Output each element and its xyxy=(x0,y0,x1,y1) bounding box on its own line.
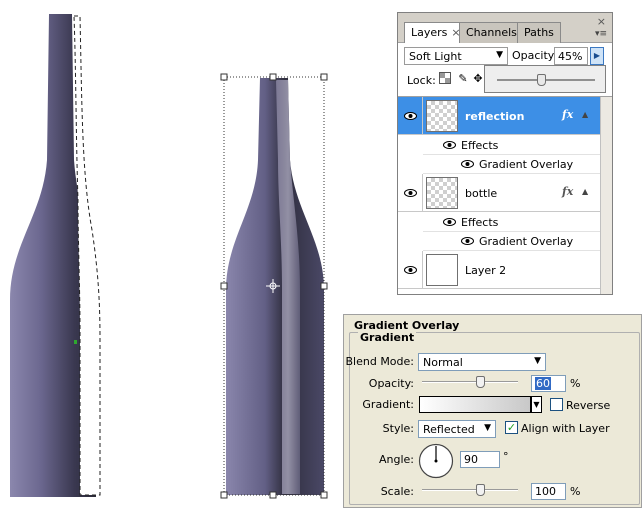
visibility-toggle[interactable] xyxy=(398,251,423,288)
scale-unit: % xyxy=(570,485,581,498)
tab-paths[interactable]: Paths xyxy=(517,22,561,43)
collapse-effects-icon[interactable]: ▲ xyxy=(582,110,588,119)
tab-paths-label: Paths xyxy=(524,26,554,39)
fx-icon[interactable]: fx xyxy=(562,185,573,198)
opacity-label: Opacity: xyxy=(512,49,558,62)
layer-row-layer-2[interactable]: Layer 2 xyxy=(398,251,612,289)
tab-channels-label: Channels xyxy=(466,26,517,39)
layer-name: reflection xyxy=(465,110,525,123)
overlay-opacity-unit: % xyxy=(570,377,581,390)
effect-label: Gradient Overlay xyxy=(479,158,574,171)
eye-icon[interactable] xyxy=(443,218,456,226)
eye-icon xyxy=(404,189,417,197)
layer-name: bottle xyxy=(465,187,498,200)
panel-close-icon[interactable]: × xyxy=(597,15,606,28)
chevron-down-icon: ▼ xyxy=(534,356,541,366)
bottle-left xyxy=(10,14,101,497)
visibility-toggle[interactable] xyxy=(398,174,423,211)
effects-label: Effects xyxy=(461,139,499,152)
layers-list: reflection fx ▲ Effects Gradient Overlay… xyxy=(398,97,612,294)
chevron-down-icon: ▼ xyxy=(496,50,503,60)
style-select[interactable]: Reflected ▼ xyxy=(418,420,496,438)
checkmark-icon: ✓ xyxy=(506,421,517,434)
layer-thumbnail xyxy=(426,100,458,132)
layer-row-reflection[interactable]: reflection fx ▲ xyxy=(398,97,612,135)
lock-move-icon[interactable]: ✥ xyxy=(471,72,485,86)
eye-icon[interactable] xyxy=(443,141,456,149)
layers-toolbar: Soft Light ▼ Opacity: 45% ▶ Lock: ✎ ✥ xyxy=(398,43,612,97)
opacity-slider-popup xyxy=(484,65,606,93)
blend-mode-select[interactable]: Soft Light ▼ xyxy=(404,47,508,65)
opacity-slider-thumb[interactable] xyxy=(537,74,547,86)
scale-input[interactable]: 100 xyxy=(531,483,566,500)
overlay-opacity-slider[interactable] xyxy=(422,381,518,383)
tab-layers-label: Layers xyxy=(411,26,448,39)
tab-channels[interactable]: Channels xyxy=(459,22,524,43)
overlay-opacity-value: 60 xyxy=(535,377,551,390)
gradient-picker-chevron-icon[interactable]: ▼ xyxy=(531,396,542,413)
panel-menu-icon[interactable]: ▾≡ xyxy=(595,29,607,39)
lock-transparency-icon[interactable] xyxy=(438,72,452,86)
effect-label: Gradient Overlay xyxy=(479,235,574,248)
overlay-opacity-label: Opacity: xyxy=(368,377,414,390)
scale-slider-thumb[interactable] xyxy=(475,484,485,496)
chevron-down-icon: ▼ xyxy=(484,423,491,433)
layer-name: Layer 2 xyxy=(465,264,507,277)
effects-label: Effects xyxy=(461,216,499,229)
eye-icon xyxy=(404,112,417,120)
effects-row[interactable]: Effects xyxy=(423,213,612,232)
style-label: Style: xyxy=(382,422,414,435)
effect-row-gradient-overlay[interactable]: Gradient Overlay xyxy=(423,232,612,251)
align-with-layer-label: Align with Layer xyxy=(521,422,610,435)
gradient-preview-swatch[interactable] xyxy=(419,396,531,413)
blend-mode-label: Blend Mode: xyxy=(345,355,415,368)
layers-scrollbar[interactable] xyxy=(600,97,612,294)
group-title: Gradient xyxy=(358,331,417,344)
scale-slider[interactable] xyxy=(422,489,518,491)
layer-row-bottle[interactable]: bottle fx ▲ xyxy=(398,174,612,212)
canvas-artwork[interactable] xyxy=(0,0,390,508)
collapse-effects-icon[interactable]: ▲ xyxy=(582,187,588,196)
panel-tab-bar: Layers × Channels Paths × ▾≡ xyxy=(398,13,612,44)
reverse-checkbox[interactable] xyxy=(550,398,563,411)
eye-icon[interactable] xyxy=(461,237,474,245)
effect-row-gradient-overlay[interactable]: Gradient Overlay xyxy=(423,155,612,174)
angle-input[interactable]: 90 xyxy=(460,451,500,468)
overlay-opacity-input[interactable]: 60 xyxy=(531,375,566,392)
reverse-label: Reverse xyxy=(566,399,611,412)
angle-dial-icon[interactable] xyxy=(418,443,454,479)
layer-thumbnail xyxy=(426,177,458,209)
visibility-toggle[interactable] xyxy=(398,97,423,134)
fx-icon[interactable]: fx xyxy=(562,108,573,121)
lock-label: Lock: xyxy=(407,74,436,87)
eye-icon xyxy=(404,266,417,274)
angle-label: Angle: xyxy=(378,453,414,466)
align-with-layer-checkbox[interactable]: ✓ xyxy=(505,421,518,434)
layer-thumbnail xyxy=(426,254,458,286)
lock-brush-icon[interactable]: ✎ xyxy=(456,72,470,86)
overlay-opacity-slider-thumb[interactable] xyxy=(475,376,485,388)
gradient-label: Gradient: xyxy=(362,398,414,411)
overlay-blend-mode-value: Normal xyxy=(423,356,463,369)
blend-mode-value: Soft Light xyxy=(409,50,462,63)
opacity-slider-toggle-icon[interactable]: ▶ xyxy=(590,47,604,65)
opacity-input[interactable]: 45% xyxy=(554,47,588,65)
eye-icon[interactable] xyxy=(461,160,474,168)
overlay-blend-mode-select[interactable]: Normal ▼ xyxy=(418,353,546,371)
effects-row[interactable]: Effects xyxy=(423,136,612,155)
scale-label: Scale: xyxy=(380,485,414,498)
layers-panel: Layers × Channels Paths × ▾≡ Soft Light ▼… xyxy=(397,12,613,295)
style-value: Reflected xyxy=(423,423,475,436)
angle-unit: ° xyxy=(503,450,509,463)
